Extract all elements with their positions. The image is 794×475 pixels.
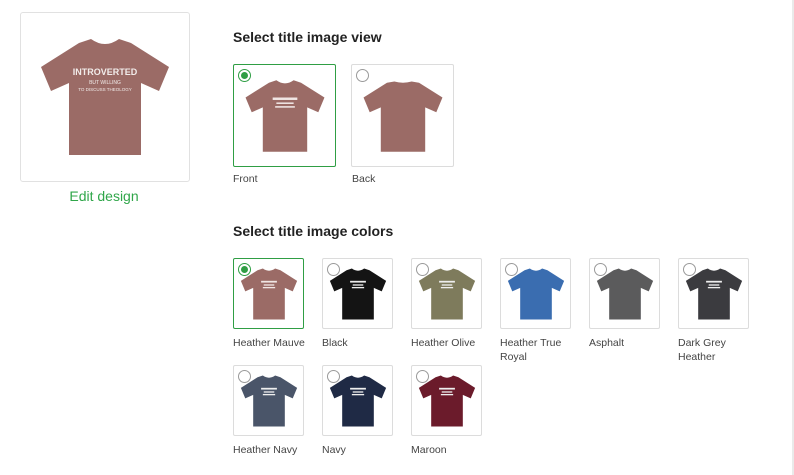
radio-heather-mauve[interactable] [238,263,251,276]
color-label-dark-grey-heather-line-1: Dark Grey [678,337,726,349]
color-label-navy: Navy [322,444,346,456]
view-label-back: Back [352,173,376,185]
radio-black[interactable] [327,263,340,276]
color-label-heather-true-royal: Heather True Royal [500,336,561,364]
color-label-heather-navy: Heather Navy [233,444,298,456]
color-swatch-maroon[interactable] [411,365,482,436]
color-label-maroon: Maroon [411,444,447,456]
radio-heather-navy[interactable] [238,370,251,383]
color-label-black: Black [322,337,348,349]
color-swatch-navy[interactable] [322,365,393,436]
color-swatch-heather-true-royal[interactable] [500,258,571,329]
color-swatch-heather-olive[interactable] [411,258,482,329]
design-preview: INTROVERTED BUT WILLING TO DISCUSS THEOL… [20,12,190,182]
color-label-dark-grey-heather-line-2: Heather [678,351,716,363]
preview-shirt-line-2: BUT WILLING [89,80,121,86]
color-label-asphalt: Asphalt [589,337,625,349]
color-label-heather-mauve: Heather Mauve [233,337,305,349]
color-swatch-black[interactable] [322,258,393,329]
radio-navy[interactable] [327,370,340,383]
radio-maroon[interactable] [416,370,429,383]
color-swatch-heather-navy[interactable] [233,365,304,436]
view-label-front: Front [233,173,258,185]
radio-dark-grey-heather[interactable] [683,263,696,276]
color-swatch-asphalt[interactable] [589,258,660,329]
radio-heather-true-royal[interactable] [505,263,518,276]
tshirt-back-icon [363,80,442,152]
color-label-heather-olive: Heather Olive [411,337,476,349]
radio-heather-olive[interactable] [416,263,429,276]
preview-shirt-line-1: INTROVERTED [73,67,138,77]
color-swatch-dark-grey-heather[interactable] [678,258,749,329]
tshirt-preview-icon: INTROVERTED BUT WILLING TO DISCUSS THEOL… [41,39,169,155]
view-section-title: Select title image view [233,29,382,45]
color-label-heather-true-royal-line-2: Royal [500,351,527,363]
radio-asphalt[interactable] [594,263,607,276]
preview-shirt-line-3: TO DISCUSS THEOLOGY [78,87,132,92]
radio-back[interactable] [356,69,369,82]
color-section-title: Select title image colors [233,223,394,239]
view-option-front[interactable] [233,64,336,167]
color-swatch-heather-mauve[interactable] [233,258,304,329]
tshirt-front-icon [245,79,324,152]
color-label-heather-true-royal-line-1: Heather True [500,337,562,349]
color-label-dark-grey-heather: Dark Grey Heather [678,336,726,364]
radio-front[interactable] [238,69,251,82]
view-option-back[interactable] [351,64,454,167]
edit-design-link[interactable]: Edit design [20,188,188,204]
